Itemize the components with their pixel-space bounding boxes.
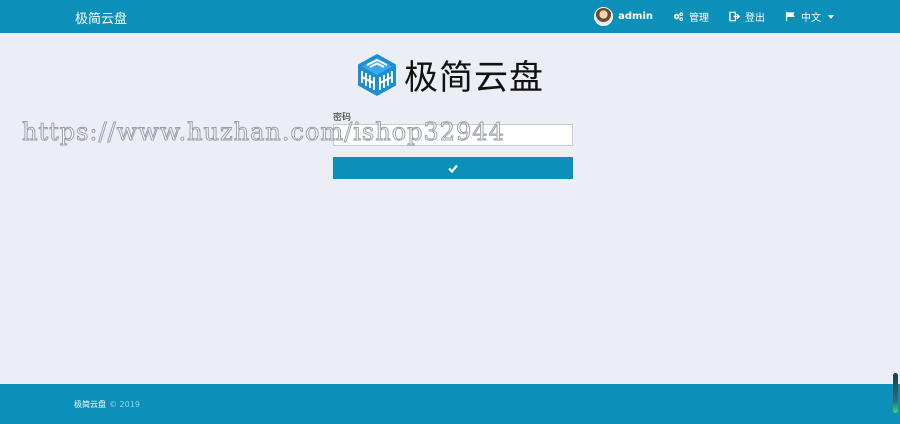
logout-label: 登出 (745, 13, 765, 24)
top-navbar: 极简云盘 admin 管理 登出 中文 (0, 0, 900, 33)
language-dropdown[interactable]: 中文 (785, 9, 834, 24)
password-label: 密码 (333, 113, 352, 123)
footer-brand: 极简云盘 (74, 400, 106, 409)
check-icon (448, 164, 458, 173)
avatar (594, 7, 614, 26)
gears-icon (673, 12, 684, 22)
caret-down-icon (828, 14, 834, 19)
submit-button[interactable] (333, 157, 573, 179)
nav-right: admin 管理 登出 中文 (594, 0, 834, 33)
sign-out-icon (729, 11, 740, 22)
scrollbar[interactable] (893, 373, 898, 413)
footer: 极简云盘 © 2019 (0, 384, 900, 424)
logo-title: 极简云盘 (404, 58, 544, 98)
brand-link[interactable]: 极简云盘 (75, 8, 127, 27)
flag-icon (785, 11, 795, 22)
cube-logo-icon (358, 53, 396, 96)
user-menu[interactable]: admin (594, 7, 653, 26)
password-input[interactable] (333, 124, 573, 146)
user-name: admin (618, 11, 653, 22)
app-logo: 极简云盘 (356, 50, 544, 99)
footer-text: 极简云盘 © 2019 (74, 399, 140, 410)
language-label: 中文 (801, 13, 821, 24)
logout-link[interactable]: 登出 (729, 9, 765, 24)
manage-link[interactable]: 管理 (673, 9, 709, 24)
login-form: 密码 (333, 110, 573, 179)
footer-copyright: © 2019 (109, 400, 140, 409)
manage-label: 管理 (689, 13, 709, 24)
